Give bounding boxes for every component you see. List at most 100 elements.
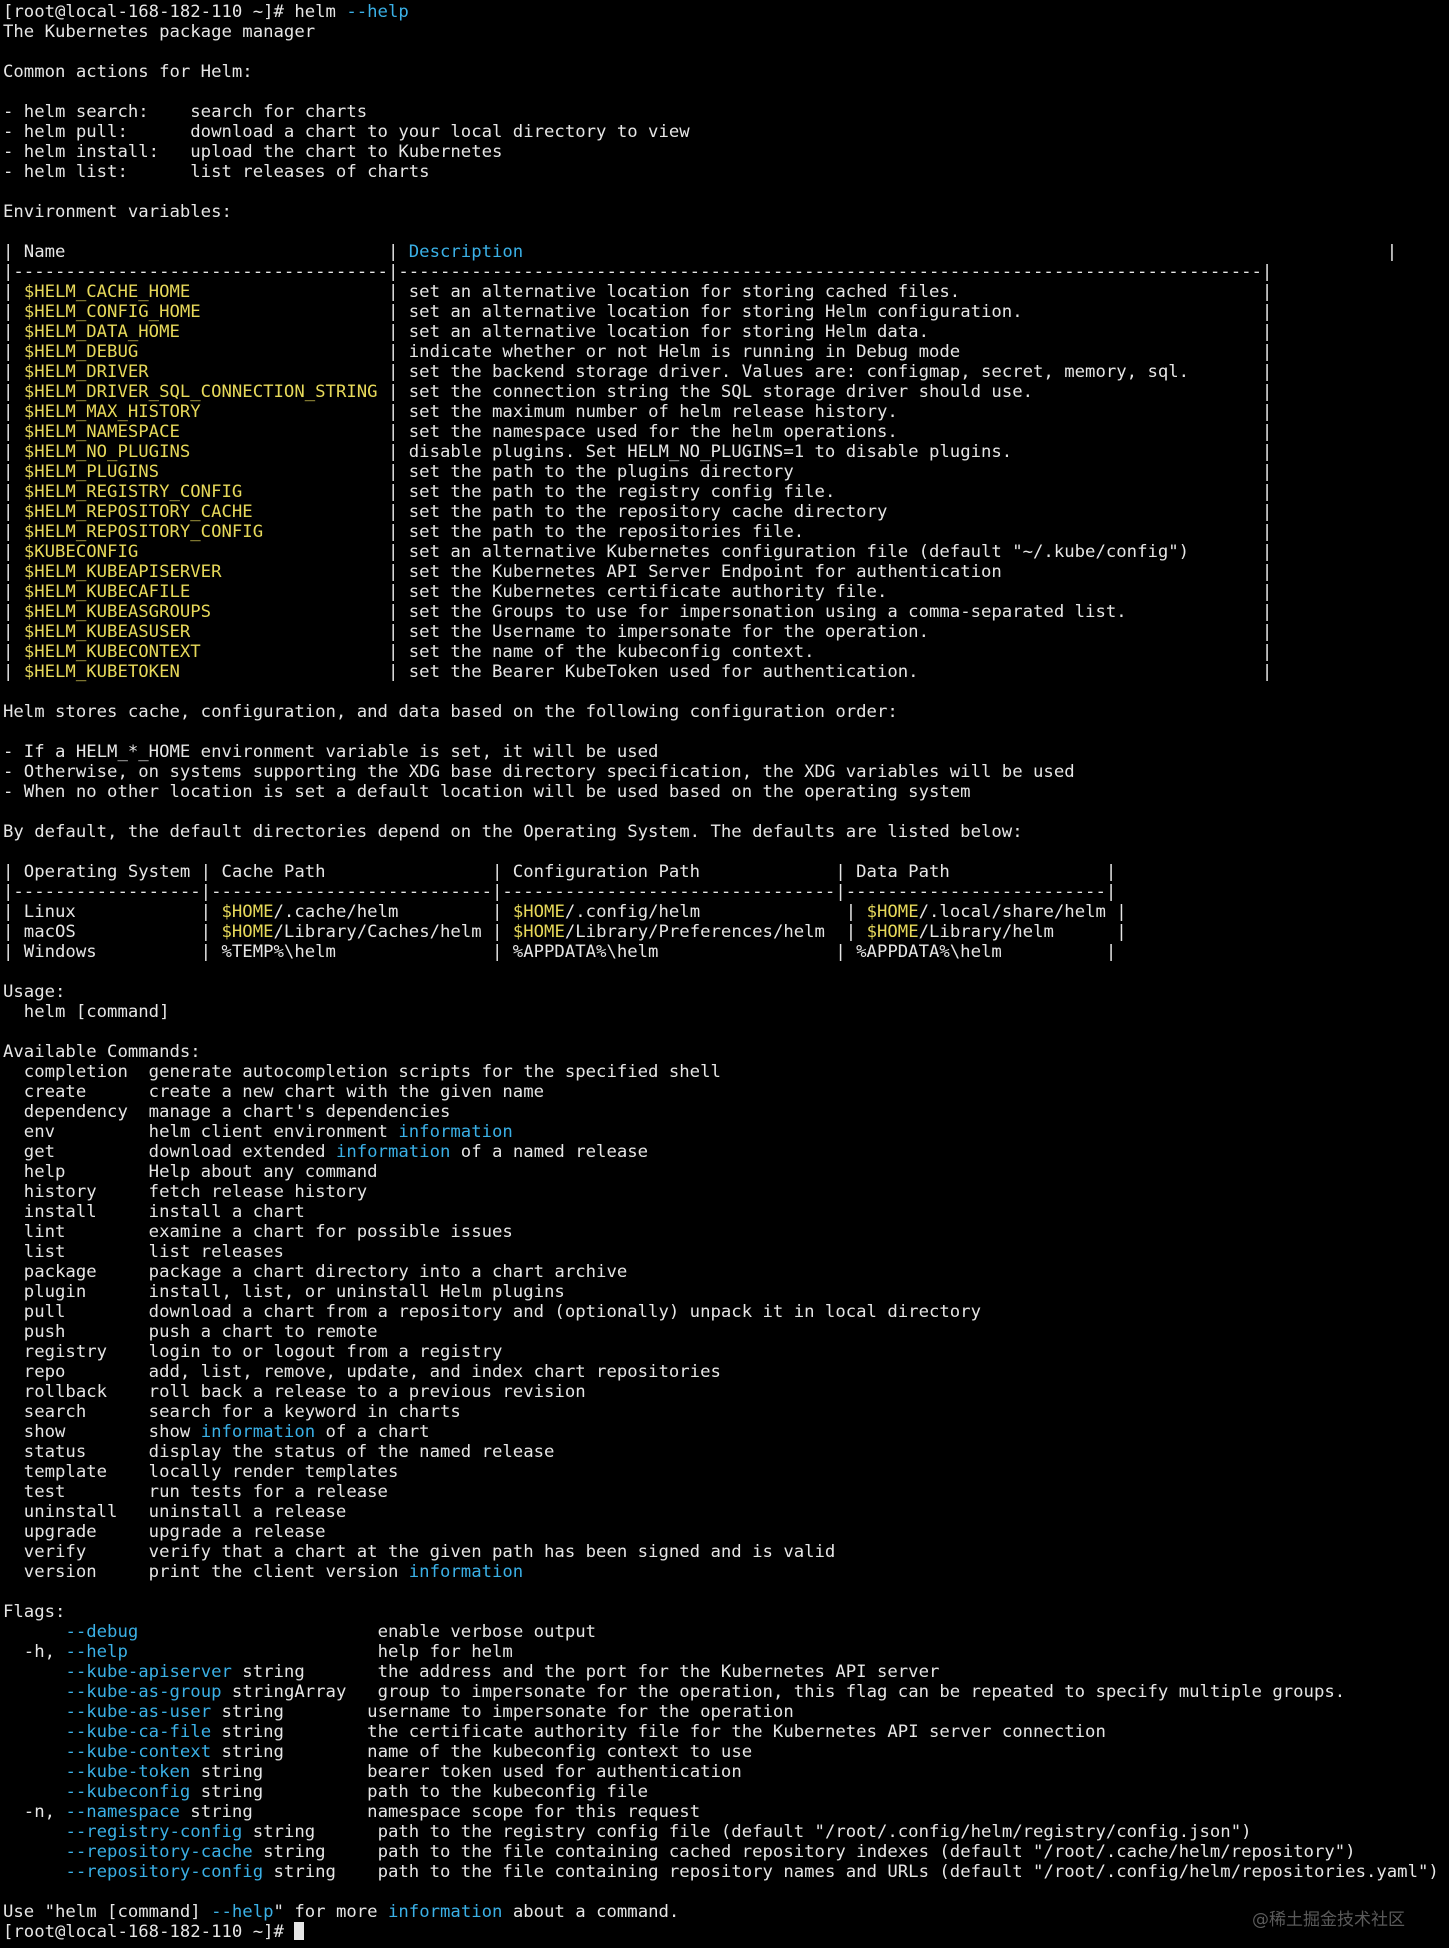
terminal-text: help Help about any command [3, 1162, 378, 1182]
terminal-line: | Windows | %TEMP%\helm | %APPDATA%\helm… [3, 942, 1449, 962]
terminal-text: | [3, 282, 24, 302]
terminal-line: Flags: [3, 1602, 1449, 1622]
terminal-text: | [3, 342, 24, 362]
terminal-text: --kube-as-user [65, 1702, 212, 1722]
terminal-line: | Name | Description | [3, 242, 1449, 262]
terminal-text: --kube-as-group [65, 1682, 222, 1702]
terminal-text: | set the name of the kubeconfig context… [200, 642, 1273, 662]
terminal-text: version print the client version [3, 1562, 409, 1582]
terminal-text: Helm stores cache, configuration, and da… [3, 702, 898, 722]
terminal-text: string path to the registry config file … [242, 1822, 1252, 1842]
terminal-text: --repository-cache [65, 1842, 253, 1862]
terminal-line: --kube-as-user string username to impers… [3, 1702, 1449, 1722]
terminal-line: | $HELM_DRIVER | set the backend storage… [3, 362, 1449, 382]
terminal-text: repo add, list, remove, update, and inde… [3, 1362, 721, 1382]
terminal-line: | $HELM_KUBECAFILE | set the Kubernetes … [3, 582, 1449, 602]
terminal-line: --repository-config string path to the f… [3, 1862, 1449, 1882]
terminal-text: | set the Groups to use for impersonatio… [211, 602, 1273, 622]
terminal-line: --kube-as-group stringArray group to imp… [3, 1682, 1449, 1702]
terminal-line: --kubeconfig string path to the kubeconf… [3, 1782, 1449, 1802]
terminal-text: | [3, 402, 24, 422]
terminal-text: about a command. [502, 1902, 680, 1922]
terminal-text: | set the Username to impersonate for th… [190, 622, 1273, 642]
terminal-line: - helm list: list releases of charts [3, 162, 1449, 182]
terminal-text: information [408, 1562, 524, 1582]
terminal-text: | [523, 242, 1398, 262]
terminal-text: $HELM_DATA_HOME [23, 322, 180, 342]
terminal-line: env helm client environment information [3, 1122, 1449, 1142]
terminal-line: completion generate autocompletion scrip… [3, 1062, 1449, 1082]
terminal-text: $HOME [512, 922, 565, 942]
terminal-text: string path to the kubeconfig file [190, 1782, 649, 1802]
terminal-text: /Library/Caches/helm | [273, 922, 513, 942]
terminal-line: - helm search: search for charts [3, 102, 1449, 122]
terminal-line: | $HELM_KUBECONTEXT | set the name of th… [3, 642, 1449, 662]
terminal-text: $HELM_KUBETOKEN [23, 662, 180, 682]
terminal-text: $HELM_CONFIG_HOME [23, 302, 201, 322]
terminal-text: | set the maximum number of helm release… [200, 402, 1273, 422]
terminal-line: Common actions for Helm: [3, 62, 1449, 82]
terminal-line: pull download a chart from a repository … [3, 1302, 1449, 1322]
terminal-text: push push a chart to remote [3, 1322, 378, 1342]
terminal-text: | disable plugins. Set HELM_NO_PLUGINS=1… [190, 442, 1273, 462]
terminal-text: --repository-config [65, 1862, 264, 1882]
terminal-text: --help [211, 1902, 274, 1922]
terminal-line: -n, --namespace string namespace scope f… [3, 1802, 1449, 1822]
terminal-line: Helm stores cache, configuration, and da… [3, 702, 1449, 722]
terminal-text: $HOME [221, 902, 274, 922]
terminal-text: Environment variables: [3, 202, 232, 222]
terminal-line: --debug enable verbose output [3, 1622, 1449, 1642]
terminal-line: history fetch release history [3, 1182, 1449, 1202]
terminal-text: --kube-token [65, 1762, 191, 1782]
terminal-line: show show information of a chart [3, 1422, 1449, 1442]
terminal-text: information [387, 1902, 503, 1922]
terminal-text: create create a new chart with the given… [3, 1082, 545, 1102]
terminal-text: | [3, 382, 24, 402]
terminal-line: help Help about any command [3, 1162, 1449, 1182]
terminal-line: get download extended information of a n… [3, 1142, 1449, 1162]
terminal-line: --repository-cache string path to the fi… [3, 1842, 1449, 1862]
terminal-line: Environment variables: [3, 202, 1449, 222]
terminal-line: | $KUBECONFIG | set an alternative Kuber… [3, 542, 1449, 562]
terminal-text: Flags: [3, 1602, 66, 1622]
terminal-text: | [3, 302, 24, 322]
terminal-text: | macOS | [3, 922, 222, 942]
terminal-line: By default, the default directories depe… [3, 822, 1449, 842]
terminal-text: | set the backend storage driver. Values… [148, 362, 1273, 382]
terminal-text: --kube-apiserver [65, 1662, 232, 1682]
terminal-text: get download extended [3, 1142, 336, 1162]
terminal-text: upgrade upgrade a release [3, 1522, 326, 1542]
terminal-text: search search for a keyword in charts [3, 1402, 461, 1422]
terminal-text: | set an alternative location for storin… [190, 282, 1273, 302]
terminal-text: /Library/helm | [918, 922, 1127, 942]
terminal-line: helm [command] [3, 1002, 1449, 1022]
terminal-text: $HELM_CACHE_HOME [23, 282, 191, 302]
terminal-line: --registry-config string path to the reg… [3, 1822, 1449, 1842]
terminal-text: | set the Kubernetes API Server Endpoint… [221, 562, 1273, 582]
terminal-text: | set an alternative location for storin… [179, 322, 1273, 342]
terminal-text: /Library/Preferences/helm | [564, 922, 867, 942]
terminal-line: Available Commands: [3, 1042, 1449, 1062]
terminal-output[interactable]: [root@local-168-182-110 ~]# helm --help T… [3, 2, 1449, 1948]
terminal-text: |------------------------------------|--… [3, 262, 1273, 282]
terminal-line: Use "helm [command] --help" for more inf… [3, 1902, 1449, 1922]
terminal-cursor[interactable] [294, 1922, 305, 1940]
terminal-text: | [3, 582, 24, 602]
terminal-line: upgrade upgrade a release [3, 1522, 1449, 1542]
terminal-text: $HELM_NAMESPACE [23, 422, 180, 442]
terminal-line: package package a chart directory into a… [3, 1262, 1449, 1282]
terminal-text: list list releases [3, 1242, 284, 1262]
terminal-text: $HELM_DRIVER_SQL_CONNECTION_STRING [23, 382, 378, 402]
terminal-text: show show [3, 1422, 201, 1442]
terminal-text: $HELM_KUBEASGROUPS [23, 602, 212, 622]
terminal-line: - If a HELM_*_HOME environment variable … [3, 742, 1449, 762]
